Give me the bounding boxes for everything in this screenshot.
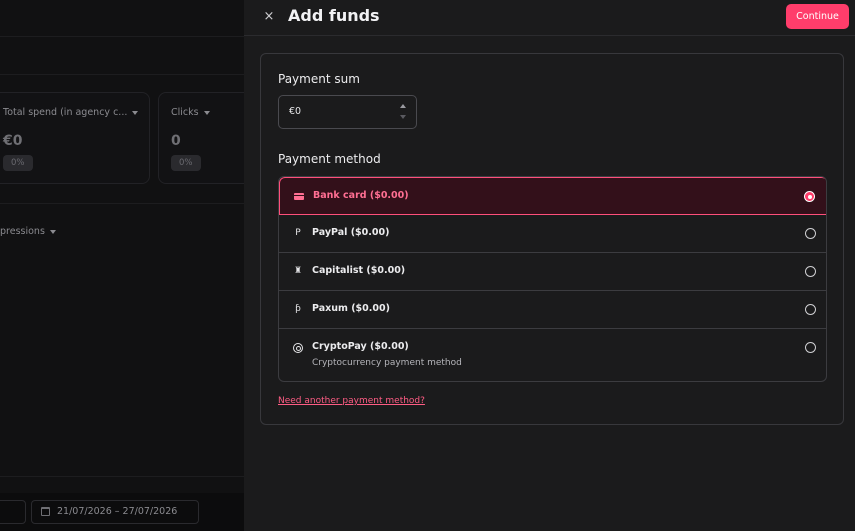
close-icon[interactable]: × bbox=[261, 8, 277, 26]
payment-method-list: Bank card ($0.00) P PayPal ($0.00) ♜ Cap… bbox=[278, 176, 827, 382]
radio-button[interactable] bbox=[805, 228, 816, 239]
stat-card-title[interactable]: Clicks bbox=[171, 107, 210, 118]
stat-card-badge: 0% bbox=[3, 155, 33, 171]
payment-method-paxum[interactable]: ƥ Paxum ($0.00) bbox=[279, 291, 826, 329]
caret-down-icon bbox=[49, 229, 56, 234]
payment-method-paypal[interactable]: P PayPal ($0.00) bbox=[279, 215, 826, 253]
stat-card-value: 0 bbox=[171, 133, 181, 149]
radio-button[interactable] bbox=[805, 304, 816, 315]
add-funds-form: Payment sum €0 Payment method Bank card … bbox=[260, 53, 844, 425]
payment-method-capitalist[interactable]: ♜ Capitalist ($0.00) bbox=[279, 253, 826, 291]
stepper-up-icon[interactable] bbox=[400, 104, 406, 108]
stat-card-title[interactable]: Total spend (in agency c... bbox=[3, 107, 139, 118]
stat-card-badge: 0% bbox=[171, 155, 201, 171]
payment-method-label: Paxum ($0.00) bbox=[312, 303, 390, 314]
crypto-icon bbox=[293, 343, 303, 353]
impressions-dropdown[interactable]: pressions bbox=[0, 226, 56, 237]
divider bbox=[0, 476, 244, 477]
payment-sum-label: Payment sum bbox=[278, 72, 360, 86]
calendar-icon bbox=[41, 507, 50, 516]
continue-button[interactable]: Continue bbox=[786, 4, 849, 29]
add-funds-drawer: × Add funds Continue Payment sum €0 Paym… bbox=[244, 0, 855, 531]
caret-down-icon bbox=[132, 110, 139, 115]
payment-method-label: Bank card ($0.00) bbox=[313, 190, 409, 201]
payment-method-cryptopay[interactable]: CryptoPay ($0.00) Cryptocurrency payment… bbox=[279, 329, 826, 381]
paxum-icon: ƥ bbox=[295, 304, 301, 314]
payment-method-label: Capitalist ($0.00) bbox=[312, 265, 406, 276]
credit-card-icon bbox=[294, 193, 304, 200]
paypal-icon: P bbox=[295, 228, 301, 238]
payment-method-description: Cryptocurrency payment method bbox=[312, 358, 462, 368]
radio-button[interactable] bbox=[805, 342, 816, 353]
need-another-method-link[interactable]: Need another payment method? bbox=[278, 396, 425, 406]
payment-sum-value: €0 bbox=[289, 106, 302, 117]
stat-card-value: €0 bbox=[3, 133, 23, 149]
caret-down-icon bbox=[203, 110, 210, 115]
capitalist-icon: ♜ bbox=[293, 266, 303, 276]
payment-method-label: Payment method bbox=[278, 152, 381, 166]
stepper-down-icon[interactable] bbox=[400, 115, 406, 119]
drawer-title: Add funds bbox=[288, 6, 380, 25]
divider bbox=[0, 36, 244, 37]
divider bbox=[0, 203, 244, 204]
payment-method-bank-card[interactable]: Bank card ($0.00) bbox=[279, 177, 826, 215]
stat-card-total-spend: Total spend (in agency c... €0 0% bbox=[0, 92, 150, 184]
radio-button[interactable] bbox=[805, 266, 816, 277]
date-range-picker[interactable]: 21/07/2026 – 27/07/2026 bbox=[31, 500, 199, 524]
payment-method-label: CryptoPay ($0.00) bbox=[312, 341, 409, 352]
payment-method-label: PayPal ($0.00) bbox=[312, 227, 390, 238]
radio-button[interactable] bbox=[804, 191, 815, 202]
stat-card-clicks: Clicks 0 0% bbox=[158, 92, 244, 184]
payment-sum-input[interactable]: €0 bbox=[278, 95, 417, 129]
filter-box[interactable] bbox=[0, 500, 26, 524]
date-range-text: 21/07/2026 – 27/07/2026 bbox=[57, 506, 178, 517]
drawer-header: × Add funds Continue bbox=[244, 0, 855, 36]
divider bbox=[0, 74, 244, 75]
dashboard-background: Total spend (in agency c... €0 0% Clicks… bbox=[0, 0, 244, 531]
